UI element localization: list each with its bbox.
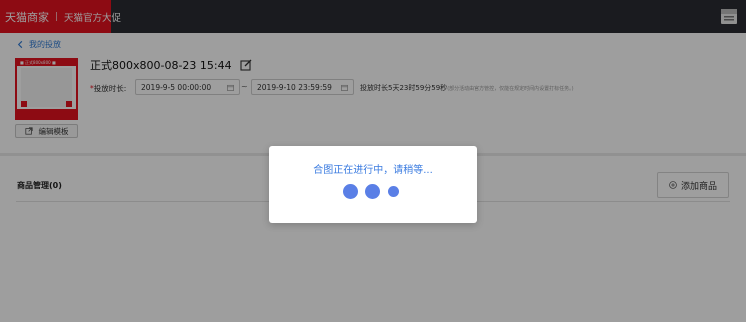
loading-dot: [388, 186, 399, 197]
loading-dots-icon: [343, 183, 403, 201]
loading-dot: [343, 184, 358, 199]
loading-message: 合图正在进行中，请稍等...: [313, 165, 433, 176]
loading-dot: [365, 184, 380, 199]
loading-dialog: 合图正在进行中，请稍等...: [269, 146, 477, 223]
